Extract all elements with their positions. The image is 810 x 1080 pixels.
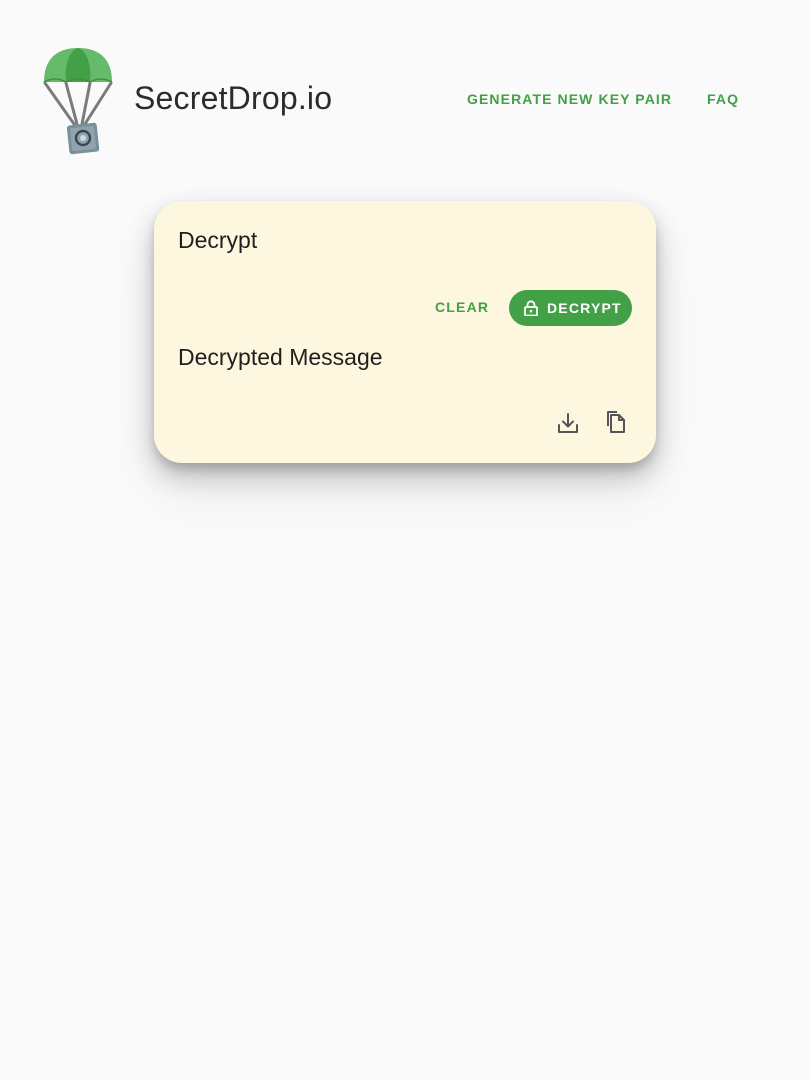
faq-link[interactable]: FAQ [707,91,739,107]
download-icon [558,413,578,433]
copy-icon [607,411,625,433]
lock-icon [524,300,538,316]
clear-button[interactable]: CLEAR [435,299,489,315]
decrypted-message-title: Decrypted Message [178,344,383,370]
card-title: Decrypt [178,227,258,253]
app-title: SecretDrop.io [134,80,333,116]
decrypt-button[interactable]: DECRYPT [509,290,632,326]
app-header: SecretDrop.io GENERATE NEW KEY PAIR FAQ [0,0,810,200]
copy-button[interactable] [602,408,630,436]
generate-key-pair-link[interactable]: GENERATE NEW KEY PAIR [467,91,672,107]
decrypt-card: Decrypt CLEAR DECRYPT Decrypted Message [154,201,656,463]
parachute-logo-icon [43,48,113,155]
download-button[interactable] [554,409,582,437]
decrypt-button-label: DECRYPT [547,300,622,316]
